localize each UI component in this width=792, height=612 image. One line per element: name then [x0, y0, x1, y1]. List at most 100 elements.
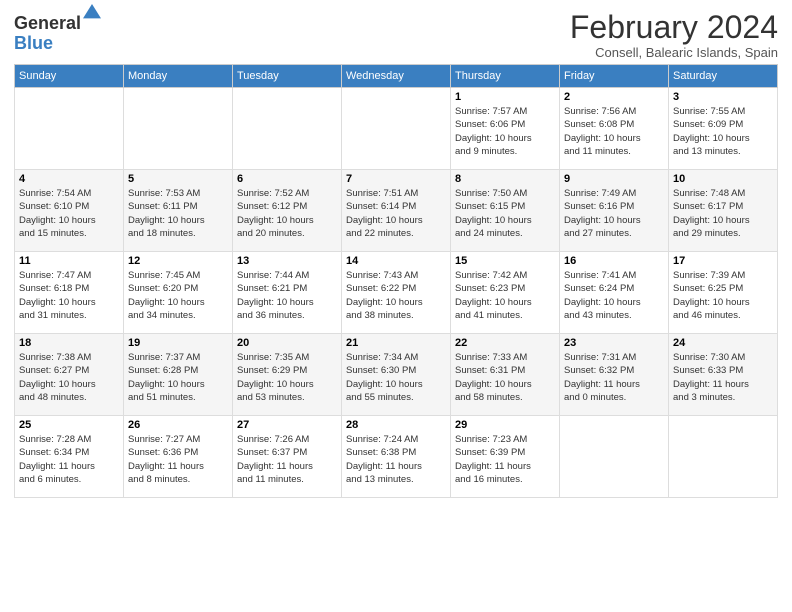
title-area: February 2024 Consell, Balearic Islands,…: [570, 10, 778, 60]
calendar-cell: 13Sunrise: 7:44 AM Sunset: 6:21 PM Dayli…: [233, 252, 342, 334]
calendar-cell: 27 Sunrise: 7:26 AM Sunset: 6:37 PM Dayli…: [233, 416, 342, 498]
day-number: 2: [564, 91, 664, 103]
col-tuesday: Tuesday: [233, 65, 342, 88]
day-number: 28: [346, 419, 446, 431]
day-number: 5: [128, 173, 228, 185]
day-info: Sunrise: 7:43 AM Sunset: 6:22 PM Dayligh…: [346, 269, 446, 322]
day-number: 9: [564, 173, 664, 185]
calendar-cell: [15, 88, 124, 170]
day-number: 19: [128, 337, 228, 349]
calendar-cell: 21 Sunrise: 7:34 AM Sunset: 6:30 PM Dayli…: [342, 334, 451, 416]
day-info: Sunrise: 7:33 AM Sunset: 6:31 PM Dayligh…: [455, 351, 555, 404]
calendar-cell: 3Sunrise: 7:55 AM Sunset: 6:09 PM Daylig…: [669, 88, 778, 170]
day-number: 29: [455, 419, 555, 431]
day-number: 22: [455, 337, 555, 349]
calendar-cell: 12 Sunrise: 7:45 AM Sunset: 6:20 PM Dayli…: [124, 252, 233, 334]
day-info: Sunrise: 7:48 AM Sunset: 6:17 PM Dayligh…: [673, 187, 773, 240]
day-number: 15: [455, 255, 555, 267]
calendar-cell: 26Sunrise: 7:27 AM Sunset: 6:36 PM Dayli…: [124, 416, 233, 498]
day-info: Sunrise: 7:26 AM Sunset: 6:37 PM Dayligh…: [237, 433, 337, 486]
col-thursday: Thursday: [451, 65, 560, 88]
calendar-cell: 1 Sunrise: 7:57 AM Sunset: 6:06 PM Daylig…: [451, 88, 560, 170]
day-number: 14: [346, 255, 446, 267]
calendar-cell: 19 Sunrise: 7:37 AM Sunset: 6:28 PM Dayli…: [124, 334, 233, 416]
day-info: Sunrise: 7:34 AM Sunset: 6:30 PM Dayligh…: [346, 351, 446, 404]
calendar-week-3: 11Sunrise: 7:47 AM Sunset: 6:18 PM Dayli…: [15, 252, 778, 334]
calendar-week-4: 18 Sunrise: 7:38 AM Sunset: 6:27 PM Dayli…: [15, 334, 778, 416]
day-info: Sunrise: 7:39 AM Sunset: 6:25 PM Dayligh…: [673, 269, 773, 322]
calendar-cell: 9 Sunrise: 7:49 AM Sunset: 6:16 PM Daylig…: [560, 170, 669, 252]
day-number: 4: [19, 173, 119, 185]
col-monday: Monday: [124, 65, 233, 88]
calendar-cell: 5 Sunrise: 7:53 AM Sunset: 6:11 PM Daylig…: [124, 170, 233, 252]
day-number: 6: [237, 173, 337, 185]
day-info: Sunrise: 7:30 AM Sunset: 6:33 PM Dayligh…: [673, 351, 773, 404]
day-info: Sunrise: 7:38 AM Sunset: 6:27 PM Dayligh…: [19, 351, 119, 404]
day-info: Sunrise: 7:53 AM Sunset: 6:11 PM Dayligh…: [128, 187, 228, 240]
calendar-cell: 6 Sunrise: 7:52 AM Sunset: 6:12 PM Daylig…: [233, 170, 342, 252]
header-row: Sunday Monday Tuesday Wednesday Thursday…: [15, 65, 778, 88]
day-number: 12: [128, 255, 228, 267]
calendar-cell: 7 Sunrise: 7:51 AM Sunset: 6:14 PM Daylig…: [342, 170, 451, 252]
day-number: 8: [455, 173, 555, 185]
day-number: 27: [237, 419, 337, 431]
day-number: 7: [346, 173, 446, 185]
logo-general: General: [14, 14, 81, 34]
day-number: 20: [237, 337, 337, 349]
calendar-cell: 24 Sunrise: 7:30 AM Sunset: 6:33 PM Dayli…: [669, 334, 778, 416]
col-wednesday: Wednesday: [342, 65, 451, 88]
calendar-week-1: 1 Sunrise: 7:57 AM Sunset: 6:06 PM Daylig…: [15, 88, 778, 170]
calendar-table: Sunday Monday Tuesday Wednesday Thursday…: [14, 64, 778, 498]
calendar-cell: 16 Sunrise: 7:41 AM Sunset: 6:24 PM Dayli…: [560, 252, 669, 334]
day-info: Sunrise: 7:42 AM Sunset: 6:23 PM Dayligh…: [455, 269, 555, 322]
col-saturday: Saturday: [669, 65, 778, 88]
day-info: Sunrise: 7:23 AM Sunset: 6:39 PM Dayligh…: [455, 433, 555, 486]
day-info: Sunrise: 7:51 AM Sunset: 6:14 PM Dayligh…: [346, 187, 446, 240]
logo-blue: Blue: [14, 34, 81, 54]
day-info: Sunrise: 7:57 AM Sunset: 6:06 PM Dayligh…: [455, 105, 555, 158]
calendar-cell: 28 Sunrise: 7:24 AM Sunset: 6:38 PM Dayli…: [342, 416, 451, 498]
calendar-cell: [669, 416, 778, 498]
day-info: Sunrise: 7:37 AM Sunset: 6:28 PM Dayligh…: [128, 351, 228, 404]
calendar-cell: [124, 88, 233, 170]
day-info: Sunrise: 7:52 AM Sunset: 6:12 PM Dayligh…: [237, 187, 337, 240]
day-number: 25: [19, 419, 119, 431]
calendar-cell: 17Sunrise: 7:39 AM Sunset: 6:25 PM Dayli…: [669, 252, 778, 334]
logo-icon: [83, 4, 101, 22]
day-number: 16: [564, 255, 664, 267]
day-info: Sunrise: 7:41 AM Sunset: 6:24 PM Dayligh…: [564, 269, 664, 322]
calendar-cell: 23Sunrise: 7:31 AM Sunset: 6:32 PM Dayli…: [560, 334, 669, 416]
day-number: 26: [128, 419, 228, 431]
calendar-cell: 22 Sunrise: 7:33 AM Sunset: 6:31 PM Dayli…: [451, 334, 560, 416]
day-info: Sunrise: 7:24 AM Sunset: 6:38 PM Dayligh…: [346, 433, 446, 486]
header: General Blue February 2024 Consell, Bale…: [14, 10, 778, 60]
calendar-cell: 29 Sunrise: 7:23 AM Sunset: 6:39 PM Dayli…: [451, 416, 560, 498]
day-info: Sunrise: 7:49 AM Sunset: 6:16 PM Dayligh…: [564, 187, 664, 240]
day-number: 11: [19, 255, 119, 267]
day-info: Sunrise: 7:44 AM Sunset: 6:21 PM Dayligh…: [237, 269, 337, 322]
day-number: 23: [564, 337, 664, 349]
day-number: 18: [19, 337, 119, 349]
calendar-week-2: 4Sunrise: 7:54 AM Sunset: 6:10 PM Daylig…: [15, 170, 778, 252]
calendar-cell: 14 Sunrise: 7:43 AM Sunset: 6:22 PM Dayli…: [342, 252, 451, 334]
calendar-week-5: 25 Sunrise: 7:28 AM Sunset: 6:34 PM Dayli…: [15, 416, 778, 498]
page: General Blue February 2024 Consell, Bale…: [0, 0, 792, 612]
calendar-cell: [342, 88, 451, 170]
day-number: 1: [455, 91, 555, 103]
day-number: 21: [346, 337, 446, 349]
subtitle: Consell, Balearic Islands, Spain: [570, 45, 778, 60]
main-title: February 2024: [570, 10, 778, 45]
calendar-cell: 11Sunrise: 7:47 AM Sunset: 6:18 PM Dayli…: [15, 252, 124, 334]
col-friday: Friday: [560, 65, 669, 88]
calendar-cell: 20 Sunrise: 7:35 AM Sunset: 6:29 PM Dayli…: [233, 334, 342, 416]
day-number: 24: [673, 337, 773, 349]
col-sunday: Sunday: [15, 65, 124, 88]
calendar-cell: 10Sunrise: 7:48 AM Sunset: 6:17 PM Dayli…: [669, 170, 778, 252]
day-info: Sunrise: 7:28 AM Sunset: 6:34 PM Dayligh…: [19, 433, 119, 486]
calendar-cell: 15 Sunrise: 7:42 AM Sunset: 6:23 PM Dayli…: [451, 252, 560, 334]
day-info: Sunrise: 7:35 AM Sunset: 6:29 PM Dayligh…: [237, 351, 337, 404]
day-info: Sunrise: 7:45 AM Sunset: 6:20 PM Dayligh…: [128, 269, 228, 322]
calendar-cell: 2Sunrise: 7:56 AM Sunset: 6:08 PM Daylig…: [560, 88, 669, 170]
calendar-cell: 25 Sunrise: 7:28 AM Sunset: 6:34 PM Dayli…: [15, 416, 124, 498]
calendar-cell: [233, 88, 342, 170]
